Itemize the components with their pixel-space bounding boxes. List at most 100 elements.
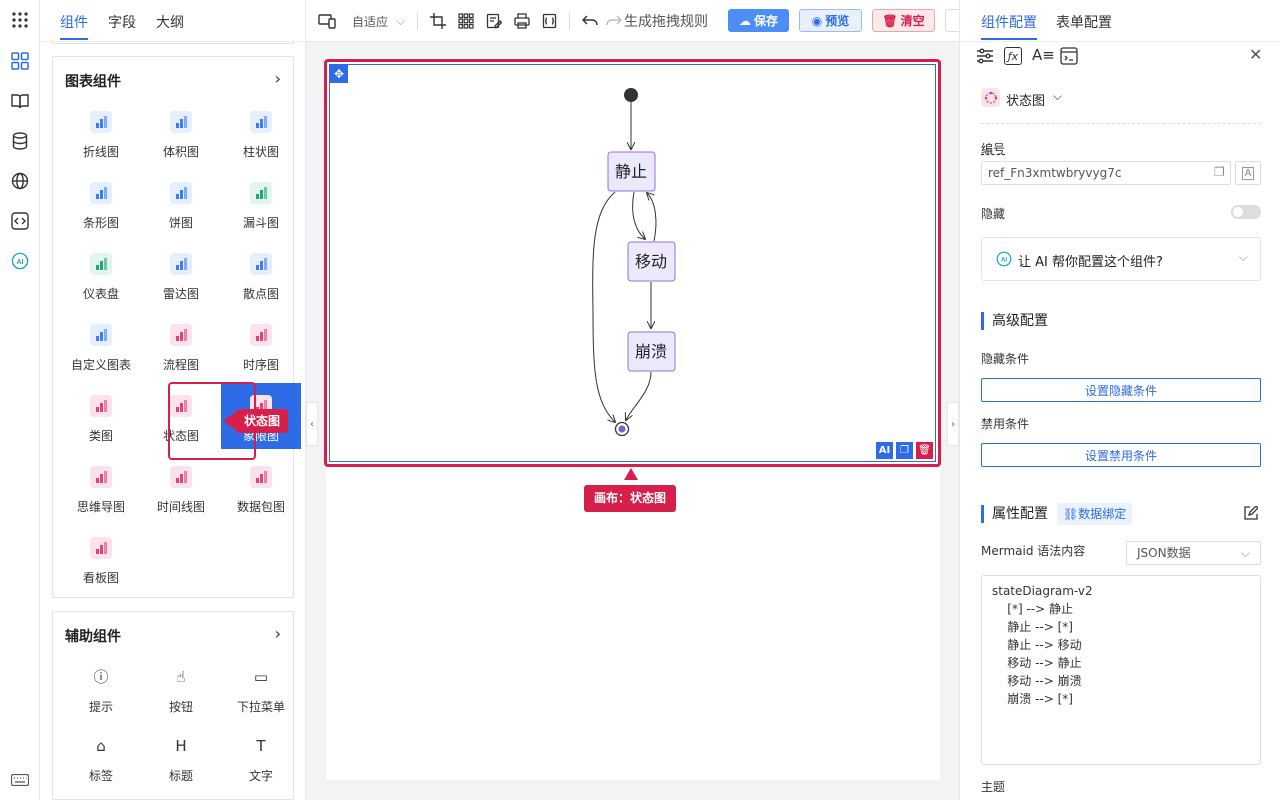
code-icon[interactable] — [10, 211, 30, 231]
flow-chart-icon — [170, 324, 192, 346]
selected-component-frame[interactable]: ✥ 静止 移动 崩溃 AI ❐ 🗑 — [324, 59, 941, 467]
chart-item-radar-chart[interactable]: 雷达图 — [141, 241, 221, 307]
tab-fields[interactable]: 字段 — [108, 12, 136, 32]
delete-icon[interactable]: 🗑 — [916, 442, 933, 459]
text-style-icon[interactable]: A≡ — [1032, 46, 1055, 64]
aux-item-label: 标题 — [168, 769, 193, 783]
generate-rules-button[interactable]: 生成拖拽规则 — [624, 11, 708, 31]
edit-icon[interactable] — [486, 11, 502, 31]
aux-item-button[interactable]: ☝ 按钮 — [141, 654, 221, 720]
set-hide-condition-button[interactable]: 设置隐藏条件 — [981, 378, 1261, 402]
close-icon[interactable]: ✕ — [1249, 45, 1262, 64]
tab-components[interactable]: 组件 — [60, 12, 88, 32]
hbar-chart-icon — [90, 182, 112, 204]
tooltip-pointer — [223, 411, 237, 431]
hide-condition-label: 隐藏条件 — [981, 352, 1030, 366]
hide-toggle[interactable] — [1231, 205, 1261, 219]
drag-tooltip: 状态图 — [236, 409, 289, 433]
device-icon[interactable] — [318, 11, 336, 31]
copy-icon[interactable]: ❐ — [896, 442, 913, 459]
globe-icon[interactable] — [10, 171, 30, 191]
components-icon[interactable] — [10, 51, 30, 71]
chart-item-mindmap[interactable]: 思维导图 — [61, 454, 141, 520]
aux-item-info[interactable]: ⓘ 提示 — [61, 654, 141, 720]
grid-icon[interactable] — [458, 11, 474, 31]
tab-outline[interactable]: 大纲 — [156, 12, 184, 32]
collapse-right-icon[interactable]: › — [947, 402, 959, 446]
overflow-button-edge[interactable] — [945, 9, 959, 32]
aux-item-dropdown[interactable]: ▭ 下拉菜单 — [221, 654, 301, 720]
component-type-label[interactable]: 状态图 — [1006, 90, 1045, 109]
preview-label: 预览 — [825, 14, 850, 28]
chart-item-funnel-chart[interactable]: 漏斗图 — [221, 170, 301, 236]
preview-button[interactable]: ◉ 预览 — [799, 9, 862, 32]
database-icon[interactable] — [10, 131, 30, 151]
formula-icon[interactable]: ƒx — [1004, 47, 1022, 65]
collapse-left-icon[interactable]: ‹ — [306, 402, 318, 446]
aux-item-tag[interactable]: ⌂ 标签 — [61, 723, 141, 789]
chart-item-pie-chart[interactable]: 饼图 — [141, 170, 221, 236]
panel-title: 图表组件 — [65, 74, 121, 90]
undo-icon[interactable] — [582, 11, 598, 31]
set-disable-condition-button[interactable]: 设置禁用条件 — [981, 443, 1261, 467]
state-diagram: 静止 移动 崩溃 — [592, 88, 676, 437]
chart-item-area-chart[interactable]: 体积图 — [141, 99, 221, 165]
chevron-right-icon[interactable]: › — [275, 624, 281, 643]
crop-icon[interactable] — [430, 11, 446, 31]
json-icon[interactable] — [542, 11, 558, 31]
props-section-title: 属性配置 — [981, 505, 1048, 523]
component-library-panel: 组件 字段 大纲 图表组件 › 折线图 体积图 柱状图条形图 饼图 漏斗图仪表盘 雷达图 散… — [40, 0, 306, 800]
tab-component-config[interactable]: 组件配置 — [981, 12, 1037, 32]
font-a-icon[interactable]: A — [1235, 161, 1261, 185]
chart-item-line-chart[interactable]: 折线图 — [61, 99, 141, 165]
aux-item-text[interactable]: T 文字 — [221, 723, 301, 789]
clear-button[interactable]: 🗑 清空 — [872, 9, 935, 32]
class-diagram-icon — [90, 395, 112, 417]
mermaid-code-textarea[interactable]: stateDiagram-v2 [*] --> 静止 静止 --> [*] 静止… — [981, 575, 1261, 765]
chart-item-scatter-chart[interactable]: 散点图 — [221, 241, 301, 307]
aux-item-heading[interactable]: H 标题 — [141, 723, 221, 789]
chart-item-custom-chart[interactable]: 自定义图表 — [61, 312, 141, 378]
sliders-icon[interactable] — [976, 48, 994, 67]
chart-item-kanban[interactable]: 看板图 — [61, 525, 141, 591]
eye-icon: ◉ — [811, 13, 823, 28]
adapt-select[interactable]: 自适应 ⌵ — [352, 11, 405, 31]
copy-icon[interactable]: ❐ — [1214, 165, 1225, 179]
data-binding-badge[interactable]: ⛓数据绑定 — [1057, 503, 1133, 525]
save-button[interactable]: ☁ 保存 — [728, 9, 789, 32]
book-icon[interactable] — [10, 91, 30, 111]
aux-item-label: 文字 — [248, 769, 273, 783]
edit-icon[interactable] — [1244, 505, 1259, 523]
chart-item-label: 漏斗图 — [242, 216, 279, 230]
ai-config-card[interactable]: AI 让 AI 帮你配置这个组件? ⌵ — [981, 237, 1261, 281]
chart-item-hbar-chart[interactable]: 条形图 — [61, 170, 141, 236]
panel-title: 辅助组件 — [65, 629, 121, 645]
chart-item-packet-chart[interactable]: 数据包图 — [221, 454, 301, 520]
data-mode-select[interactable]: JSON数据 ⌵ — [1126, 541, 1261, 565]
advanced-section-title: 高级配置 — [981, 312, 1048, 330]
ai-assistant-icon[interactable]: AI — [10, 251, 30, 271]
tab-form-config[interactable]: 表单配置 — [1056, 12, 1112, 32]
chart-item-bar-chart[interactable]: 柱状图 — [221, 99, 301, 165]
keyboard-icon[interactable] — [10, 770, 30, 790]
code-line: [*] --> 静止 — [992, 602, 1073, 616]
canvas-area: 自适应 ⌵ 生成拖拽规则 ☁ 保存 ◉ 预览 🗑 清空 ✥ 静止 移动 崩溃 A… — [306, 0, 959, 800]
bar-chart-icon — [250, 111, 272, 133]
apps-grid-icon[interactable] — [10, 10, 30, 30]
chart-item-label: 折线图 — [82, 145, 119, 159]
code-line: 移动 --> 崩溃 — [992, 674, 1082, 688]
redo-icon[interactable] — [606, 11, 622, 31]
print-icon[interactable] — [514, 11, 530, 31]
chart-item-sequence-chart[interactable]: 时序图 — [221, 312, 301, 378]
ai-config-icon[interactable]: AI — [876, 442, 893, 459]
chevron-right-icon[interactable]: › — [275, 69, 281, 88]
chart-item-class-diagram[interactable]: 类图 — [61, 383, 141, 449]
chart-item-gauge-chart[interactable]: 仪表盘 — [61, 241, 141, 307]
chevron-down-icon[interactable]: ⌵ — [1053, 89, 1062, 104]
script-icon[interactable] — [1060, 47, 1078, 68]
id-field[interactable]: ref_Fn3xmtwbryvyg7c — [981, 161, 1231, 185]
transition-edge — [632, 191, 645, 239]
transition-edge — [592, 191, 615, 422]
chart-item-flow-chart[interactable]: 流程图 — [141, 312, 221, 378]
chart-item-timeline[interactable]: 时间线图 — [141, 454, 221, 520]
